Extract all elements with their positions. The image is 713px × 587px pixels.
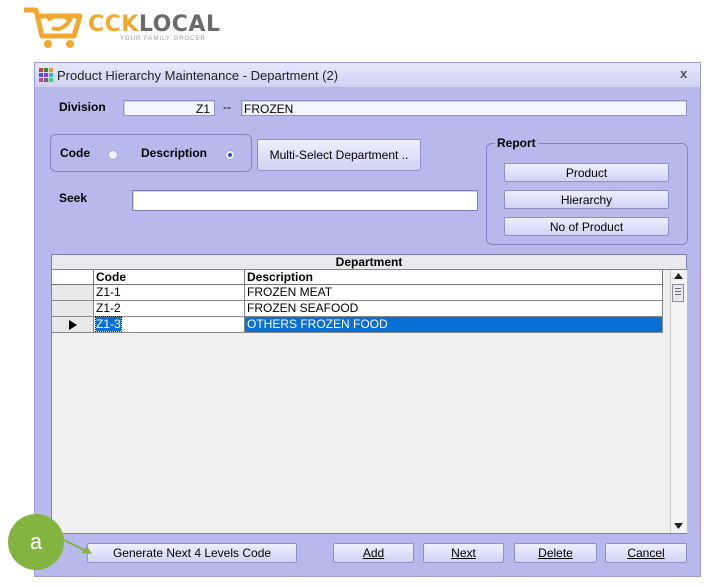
brand-tagline: YOUR FAMILY GROCER bbox=[120, 36, 206, 42]
code-radio-label: Code bbox=[60, 146, 90, 160]
annotation-arrow-icon bbox=[63, 539, 92, 554]
delete-label: Delete bbox=[538, 546, 573, 560]
description-column-header[interactable]: Description bbox=[245, 270, 663, 285]
scrollbar-thumb[interactable] bbox=[672, 284, 684, 302]
selected-code-text: Z1-3 bbox=[95, 316, 122, 332]
next-label: Next bbox=[451, 546, 476, 560]
close-icon[interactable]: x bbox=[680, 66, 687, 81]
grid-cell-code[interactable]: Z1-2 bbox=[94, 301, 245, 317]
report-product-button[interactable]: Product bbox=[504, 163, 669, 182]
add-label: Add bbox=[362, 546, 385, 560]
grid-cell-code[interactable]: Z1-3 bbox=[94, 316, 245, 333]
report-hierarchy-button[interactable]: Hierarchy bbox=[504, 190, 669, 209]
row-selector[interactable] bbox=[52, 301, 94, 317]
brand-name: CCKLOCAL bbox=[88, 12, 221, 37]
seek-input[interactable] bbox=[132, 190, 478, 211]
division-label: Division bbox=[59, 100, 106, 114]
report-group-title: Report bbox=[495, 136, 538, 150]
grid-cell-description[interactable]: OTHERS FROZEN FOOD bbox=[245, 317, 663, 333]
grid-cell-description[interactable]: FROZEN MEAT bbox=[245, 285, 663, 301]
division-code-field[interactable]: Z1 bbox=[123, 100, 215, 116]
hierarchy-app-icon bbox=[39, 68, 53, 82]
cancel-label: Cancel bbox=[627, 546, 665, 560]
scroll-up-icon[interactable] bbox=[674, 273, 683, 279]
add-button[interactable]: Add bbox=[333, 543, 414, 563]
window-title: Product Hierarchy Maintenance - Departme… bbox=[57, 68, 339, 83]
division-separator: -- bbox=[223, 100, 231, 114]
generate-next-levels-button[interactable]: Generate Next 4 Levels Code bbox=[87, 543, 297, 563]
row-selector[interactable] bbox=[52, 317, 94, 333]
annotation-badge: a bbox=[8, 514, 64, 570]
grid-caption: Department bbox=[52, 255, 686, 270]
code-column-header[interactable]: Code bbox=[94, 270, 245, 285]
next-button[interactable]: Next bbox=[423, 543, 504, 563]
description-radio-label: Description bbox=[141, 146, 208, 160]
report-no-of-product-button[interactable]: No of Product bbox=[504, 217, 669, 236]
multi-select-department-button[interactable]: Multi-Select Department .. bbox=[257, 139, 421, 171]
grid-cell-code[interactable]: Z1-1 bbox=[94, 285, 245, 301]
delete-button[interactable]: Delete bbox=[514, 543, 597, 563]
code-radio[interactable] bbox=[108, 150, 118, 160]
seek-label: Seek bbox=[59, 191, 88, 205]
division-name-field[interactable]: FROZEN bbox=[241, 100, 687, 116]
department-grid: Department Code Description Z1-1 FROZEN … bbox=[51, 254, 687, 534]
cancel-button[interactable]: Cancel bbox=[605, 543, 687, 563]
title-bar: Product Hierarchy Maintenance - Departme… bbox=[35, 63, 700, 87]
row-selector-header bbox=[52, 270, 94, 285]
grid-vertical-scrollbar[interactable] bbox=[670, 270, 687, 533]
grid-cell-description[interactable]: FROZEN SEAFOOD bbox=[245, 301, 663, 317]
department-window: Product Hierarchy Maintenance - Departme… bbox=[34, 62, 701, 577]
description-radio[interactable] bbox=[225, 150, 235, 160]
scroll-down-icon[interactable] bbox=[674, 523, 683, 529]
row-selector[interactable] bbox=[52, 285, 94, 301]
current-row-pointer-icon bbox=[69, 320, 77, 330]
